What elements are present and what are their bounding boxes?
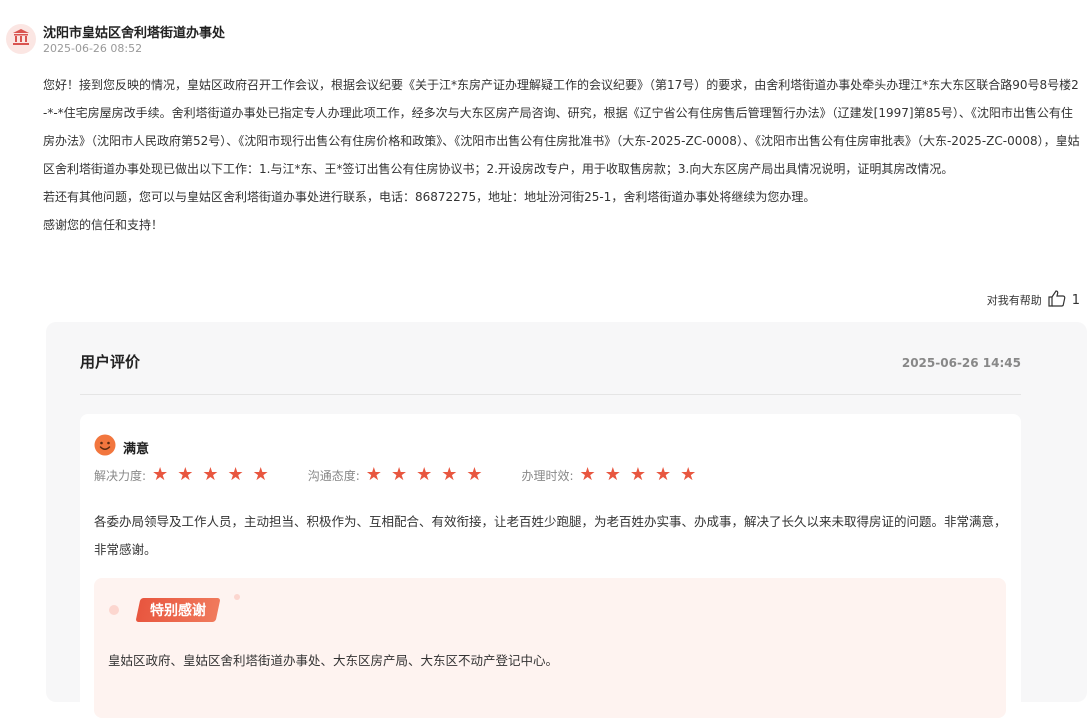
smile-face-icon <box>94 434 116 460</box>
star-icon: ★ <box>152 464 169 485</box>
rating-label: 解决力度: <box>94 468 147 483</box>
divider <box>80 394 1021 395</box>
evaluation-detail: 满意 解决力度: ★ ★ ★ ★ ★ 沟通态度: ★ ★ ★ ★ ★ 办理时效:… <box>80 414 1021 718</box>
mood-label: 满意 <box>123 441 150 457</box>
star-icon: ★ <box>441 464 458 485</box>
special-thanks-badge-label: 特别感谢 <box>150 603 206 619</box>
government-building-icon <box>12 28 30 50</box>
special-thanks-badge: 特别感谢 <box>135 598 221 622</box>
evaluation-comment: 各委办局领导及工作人员，主动担当、积极作为、互相配合、有效衔接，让老百姓少跑腿，… <box>94 514 1007 557</box>
mood-indicator: 满意 <box>94 434 149 460</box>
star-icon: ★ <box>680 464 697 485</box>
star-icon: ★ <box>227 464 244 485</box>
star-icon: ★ <box>390 464 408 485</box>
reply-text: 您好！接到您反映的情况，皇姑区政府召开工作会议，根据会议纪要《关于江*东房产证办… <box>43 78 1080 232</box>
star-icon: ★ <box>654 464 672 485</box>
rating-communication: 沟通态度: ★ ★ ★ ★ ★ <box>308 466 492 484</box>
evaluation-title: 用户评价 <box>80 353 141 371</box>
user-evaluation-card: 用户评价 2025-06-26 14:45 满意 解决力度: ★ ★ ★ ★ ★… <box>46 322 1087 718</box>
helpful-count: 1 <box>1071 292 1080 308</box>
star-icon: ★ <box>604 464 621 485</box>
star-icon: ★ <box>579 464 596 485</box>
decorative-dot <box>234 594 240 600</box>
post-time: 2025-06-26 08:52 <box>43 42 143 55</box>
star-icon: ★ <box>466 464 483 485</box>
star-icon: ★ <box>202 464 219 485</box>
org-avatar <box>6 24 36 54</box>
star-icon: ★ <box>252 464 269 485</box>
special-thanks-text: 皇姑区政府、皇姑区舍利塔街道办事处、大东区房产局、大东区不动产登记中心。 <box>108 653 559 668</box>
star-icon: ★ <box>629 464 646 485</box>
helpful-label: 对我有帮助 <box>986 294 1042 307</box>
star-icon: ★ <box>365 464 382 485</box>
thumbs-up-icon[interactable] <box>1048 290 1066 310</box>
rating-timeliness: 办理时效: ★ ★ ★ ★ ★ <box>522 466 706 484</box>
rating-label: 沟通态度: <box>307 468 360 483</box>
evaluation-time: 2025-06-26 14:45 <box>901 356 1021 370</box>
special-thanks-section: 特别感谢 皇姑区政府、皇姑区舍利塔街道办事处、大东区房产局、大东区不动产登记中心… <box>94 578 1006 718</box>
rating-label: 办理时效: <box>521 468 574 483</box>
helpful-button[interactable]: 对我有帮助 1 <box>987 290 1080 310</box>
decorative-dot <box>109 605 119 615</box>
star-icon: ★ <box>416 464 433 485</box>
star-icon: ★ <box>177 464 194 485</box>
ratings-row: 解决力度: ★ ★ ★ ★ ★ 沟通态度: ★ ★ ★ ★ ★ 办理时效: ★ … <box>94 466 735 484</box>
rating-resolution: 解决力度: ★ ★ ★ ★ ★ <box>94 466 278 484</box>
org-name[interactable]: 沈阳市皇姑区舍利塔街道办事处 <box>43 22 225 41</box>
